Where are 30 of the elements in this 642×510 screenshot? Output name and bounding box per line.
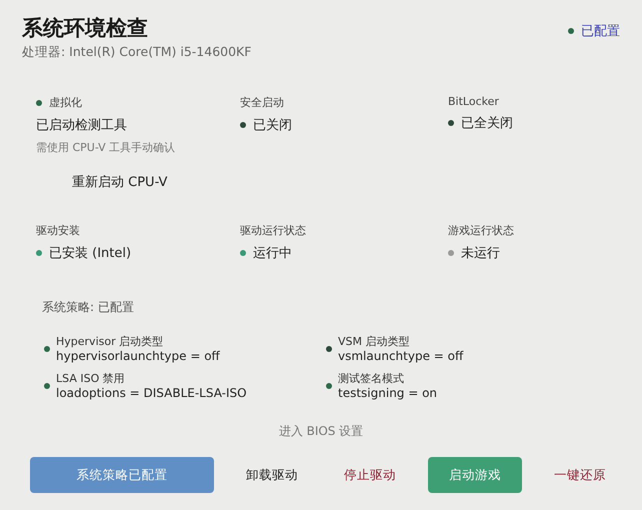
- policy-value: hypervisorlaunchtype = off: [56, 349, 220, 363]
- check-label: 游戏运行状态: [448, 223, 515, 238]
- action-button[interactable]: 一键还原: [540, 457, 620, 493]
- restart-button[interactable]: 重新启动 CPU-V: [72, 173, 168, 191]
- action-button[interactable]: 卸载驱动: [232, 457, 312, 493]
- check-label: 虚拟化: [49, 95, 82, 110]
- check-label: 安全启动: [240, 95, 285, 110]
- check-value: 已关闭: [253, 117, 292, 134]
- check-value: 未运行: [461, 245, 500, 262]
- check-note: 需使用 CPU-V 工具手动确认: [36, 140, 176, 155]
- policy-title: 系统策略: 已配置: [42, 299, 135, 316]
- policy-name: VSM 启动类型: [338, 334, 410, 349]
- policy-value: vsmlaunchtype = off: [338, 349, 464, 363]
- check-value: 已启动检测工具: [36, 117, 128, 134]
- processor-label: 处理器: Intel(R) Core(TM) i5-14600KF: [22, 44, 252, 61]
- policy-value: testsigning = on: [338, 386, 438, 400]
- window-title: 系统环境检查: [22, 15, 149, 42]
- check-label: 驱动运行状态: [240, 223, 307, 238]
- check-value: 已安装 (Intel): [49, 245, 132, 262]
- policy-name: Hypervisor 启动类型: [56, 334, 164, 349]
- check-label: 驱动安装: [36, 223, 81, 238]
- action-button[interactable]: 停止驱动: [330, 457, 410, 493]
- check-value: 运行中: [253, 245, 292, 262]
- check-label: BitLocker: [448, 95, 500, 108]
- check-value: 已全关闭: [461, 115, 513, 132]
- policy-name: 测试签名模式: [338, 371, 405, 386]
- policy-name: LSA ISO 禁用: [56, 371, 126, 386]
- policy-value: loadoptions = DISABLE-LSA-ISO: [56, 386, 247, 400]
- bios-link[interactable]: 进入 BIOS 设置: [272, 422, 370, 441]
- config-status: 已配置: [581, 23, 620, 40]
